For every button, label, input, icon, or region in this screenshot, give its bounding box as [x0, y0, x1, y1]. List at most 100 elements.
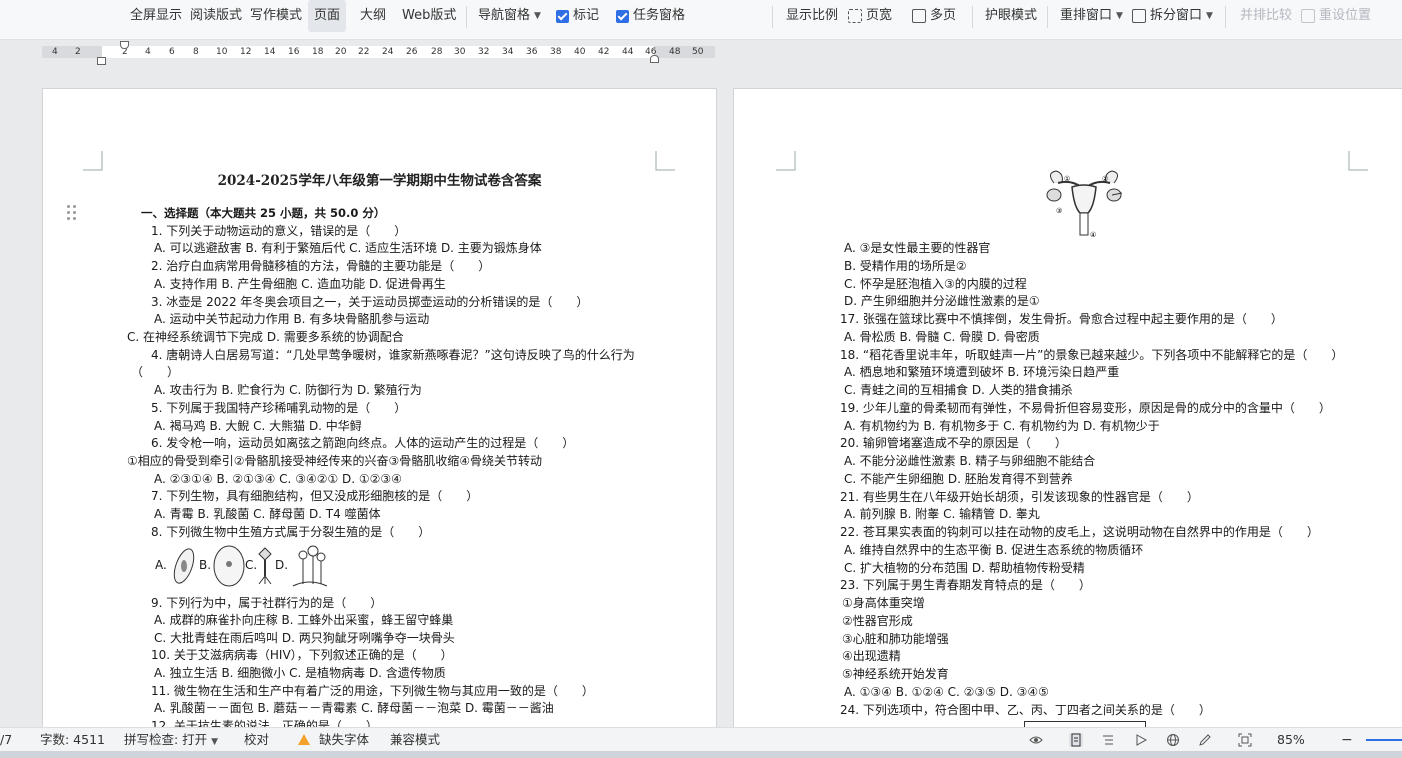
web-view-button[interactable]: Web版式	[402, 0, 456, 32]
eye-mode-button[interactable]: 护眼模式	[985, 0, 1037, 32]
ruler-tick-label: 8	[193, 47, 199, 57]
answer-line: A. 运动中关节起动力作用 B. 有多块骨骼肌参与运动	[154, 312, 430, 326]
fullscreen-button[interactable]: 全屏显示	[130, 0, 182, 32]
ruler-tick-label: 18	[312, 47, 324, 57]
ruler-tick-label: 32	[478, 47, 490, 57]
left-indent-marker[interactable]	[97, 57, 106, 65]
ruler-tick-label: 16	[288, 47, 300, 57]
eye-icon[interactable]	[1029, 733, 1043, 747]
toolbar-divider	[466, 6, 467, 28]
chevron-down-icon: ▼	[211, 737, 219, 747]
chevron-down-icon: ▼	[534, 11, 541, 21]
answer-line: A. 成群的麻雀扑向庄稼 B. 工蜂外出采蜜，蜂王留守蜂巢	[154, 613, 454, 627]
q8-option-label: C.	[245, 558, 258, 572]
margin-corner-mark	[1348, 151, 1368, 171]
answer-line: （ ）	[131, 365, 180, 379]
q8-option-label: A.	[155, 558, 167, 572]
figure-label: ④	[1090, 231, 1096, 239]
ruler-tick-label: 4	[145, 47, 151, 57]
zoom-out-button[interactable]: −	[1341, 728, 1353, 752]
answer-line: C. 怀孕是胚泡植入③的内膜的过程	[844, 276, 1027, 291]
bacterium-image	[173, 548, 195, 584]
proofread-button[interactable]: 校对	[244, 728, 269, 752]
horizontal-ruler[interactable]: 4 2 2 4 6 8 10 12 14 16 18 20 22 24 26 28 30 32 34 36 38 40 42…	[42, 46, 715, 58]
right-indent-marker[interactable]	[650, 55, 659, 63]
zoom-slider[interactable]	[1366, 739, 1402, 741]
mold-image	[292, 545, 328, 587]
answer-line: A. 不能分泌雌性激素 B. 精子与卵细胞不能结合	[844, 454, 1096, 468]
status-bar: /7 字数: 4511 拼写检查: 打开 ▼ 校对 缺失字体 兼容模式 85% …	[0, 727, 1402, 751]
zoom-level[interactable]: 85%	[1277, 728, 1305, 752]
ruler-tick-label: 28	[431, 47, 443, 57]
ruler-tick-label: 38	[550, 47, 562, 57]
margin-corner-mark	[83, 151, 103, 171]
fit-page-icon[interactable]	[1238, 733, 1252, 747]
answer-line: A. 乳酸菌－－面包 B. 蘑菇－－青霉素 C. 酵母菌－－泡菜 D. 霉菌－－…	[154, 701, 554, 715]
question-text: 19. 少年儿童的骨柔韧而有弹性，不易骨折但容易变形，原因是骨的成分中的含量中（…	[840, 400, 1331, 415]
missing-font-button[interactable]: 缺失字体	[298, 728, 369, 752]
ruler-tick-label: 24	[382, 47, 394, 57]
question-text: 4. 唐朝诗人白居易写道：“几处早莺争暖树，谁家新燕啄春泥？”这句诗反映了鸟的什…	[151, 348, 635, 362]
question-text: 3. 冰壶是 2022 年冬奥会项目之一，关于运动员掷壶运动的分析错误的是（ ）	[151, 295, 589, 309]
outline-view-button[interactable]: 大纲	[360, 0, 386, 32]
question-text: 21. 有些男生在八年级开始长胡须，引发该现象的性器官是（ ）	[840, 489, 1199, 504]
reading-view-button[interactable]: 阅读版式	[190, 0, 242, 32]
figure-label: ②	[1102, 175, 1108, 183]
ruler-tick-label: 44	[622, 47, 634, 57]
answer-line: A. 独立生活 B. 细胞微小 C. 是植物病毒 D. 含遗传物质	[154, 666, 446, 680]
ruler-tick-label: 10	[216, 47, 228, 57]
outline-view-icon[interactable]	[1101, 733, 1115, 747]
task-pane-checkbox[interactable]: 任务窗格	[616, 0, 685, 32]
answer-line: ④出现遗精	[842, 649, 901, 664]
q8-option-label: D.	[275, 558, 289, 572]
answer-line: A. 维持自然界中的生态平衡 B. 促进生态系统的物质循环	[844, 542, 1144, 557]
question-text: 8. 下列微生物中生殖方式属于分裂生殖的是（ ）	[151, 525, 431, 539]
answer-line: ③心脏和肺功能增强	[842, 631, 949, 646]
nav-pane-dropdown[interactable]: 导航窗格 ▼	[478, 0, 541, 32]
answer-line: C. 青蛙之间的互相捕食 D. 人类的猎食捕杀	[844, 383, 1073, 397]
split-window-icon	[1132, 9, 1146, 23]
question-text: 18. “稻花香里说丰年，听取蛙声一片”的景象已越来越少。下列各项中不能解释它的…	[840, 347, 1344, 362]
toolbar-divider	[1225, 6, 1226, 28]
question-text: 23. 下列属于男生青春期发育特点的是（ ）	[840, 578, 1091, 593]
yeast-cell-image	[213, 545, 245, 587]
answer-line: A. ③是女性最主要的性器官	[844, 241, 991, 255]
ruler-tick-label: 48	[669, 47, 681, 57]
pen-icon[interactable]	[1198, 733, 1212, 747]
taskbar	[0, 751, 1402, 758]
markup-checkbox[interactable]: 标记	[556, 0, 599, 32]
word-count[interactable]: 字数: 4511	[40, 728, 105, 752]
task-pane-label: 任务窗格	[633, 8, 686, 23]
writing-mode-button[interactable]: 写作模式	[250, 0, 302, 32]
question-text: 11. 微生物在生活和生产中有着广泛的用途，下列微生物与其应用一致的是（ ）	[151, 684, 594, 698]
answer-line: ①身高体重突增	[842, 596, 925, 610]
document-page-2[interactable]: ① ② ③ ④ A. ③是女性最主要的性器官 B. 受精作用的场所是② C. 怀孕是…	[733, 88, 1402, 730]
margin-corner-mark	[655, 151, 675, 171]
play-icon[interactable]	[1134, 733, 1148, 747]
answer-line: C. 在神经系统调节下完成 D. 需要多系统的协调配合	[127, 330, 404, 344]
answer-line: C. 大批青蛙在雨后鸣叫 D. 两只狗龇牙咧嘴争夺一块骨头	[154, 631, 455, 645]
multi-page-button[interactable]: 多页	[912, 0, 956, 32]
margin-corner-mark	[776, 151, 796, 171]
globe-icon[interactable]	[1166, 733, 1180, 747]
page-indicator[interactable]: /7	[0, 728, 12, 752]
toolbar-divider	[972, 6, 973, 28]
figure-label: ①	[1064, 175, 1070, 183]
first-line-indent-marker[interactable]	[120, 41, 129, 49]
page-view-icon[interactable]	[1069, 733, 1083, 747]
ruler-tick-label: 34	[502, 47, 514, 57]
side-by-side-button[interactable]: 并排比较	[1240, 0, 1292, 32]
reset-position-label: 重设位置	[1319, 8, 1372, 23]
rearrange-window-dropdown[interactable]: 重排窗口 ▼	[1060, 0, 1123, 32]
ruler-tick-label: 40	[574, 47, 586, 57]
question-text: 6. 发令枪一响，运动员如离弦之箭跑向终点。人体的运动产生的过程是（ ）	[151, 436, 575, 450]
document-page-1[interactable]: 2024-2025学年八年级第一学期期中生物试卷含答案 一、选择题（本大题共 2…	[42, 88, 717, 730]
split-window-dropdown[interactable]: 拆分窗口 ▼	[1132, 0, 1213, 32]
page-view-button[interactable]: 页面	[308, 0, 347, 32]
page-width-button[interactable]: 页宽	[848, 0, 892, 32]
zoom-ratio-button[interactable]: 显示比例	[786, 0, 838, 32]
ruler-tick-label: 14	[264, 47, 276, 57]
page-width-label: 页宽	[866, 8, 893, 23]
drag-handle-icon[interactable]	[67, 205, 77, 221]
reset-position-button[interactable]: 重设位置	[1301, 0, 1371, 32]
